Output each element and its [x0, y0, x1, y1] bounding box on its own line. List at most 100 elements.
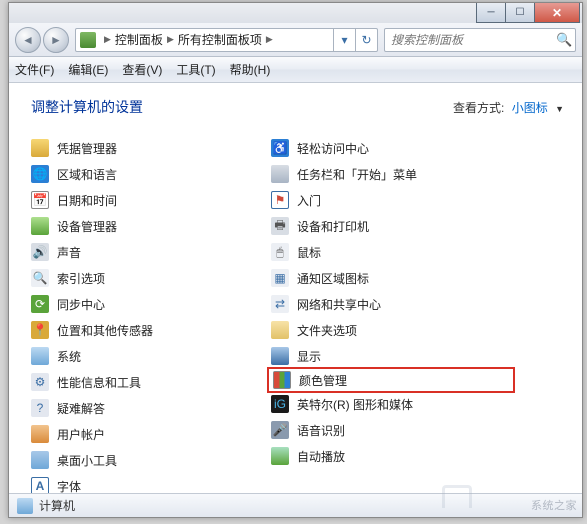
cp-item-indexing-options[interactable]: 🔍 索引选项 [31, 265, 271, 291]
menu-bar: 文件(F) 编辑(E) 查看(V) 工具(T) 帮助(H) [9, 57, 582, 83]
cp-item-label: 索引选项 [57, 270, 105, 287]
cp-item-label: 设备管理器 [57, 218, 117, 235]
cp-item-label: 英特尔(R) 图形和媒体 [297, 396, 413, 413]
status-bar: 计算机 [9, 493, 582, 517]
cp-item-label: 凭据管理器 [57, 140, 117, 157]
sync-center-icon: ⟳ [31, 295, 49, 313]
cp-item-troubleshooting[interactable]: ? 疑难解答 [31, 395, 271, 421]
cp-item-desktop-gadgets[interactable]: 桌面小工具 [31, 447, 271, 473]
cp-item-label: 声音 [57, 244, 81, 261]
performance-info-icon: ⚙ [31, 373, 49, 391]
cp-item-label: 语音识别 [297, 422, 345, 439]
cp-item-location-sensors[interactable]: 📍位置和其他传感器 [31, 317, 271, 343]
titlebar[interactable]: ─ ☐ ✕ [9, 3, 582, 23]
cp-item-label: 疑难解答 [57, 400, 105, 417]
cp-item-label: 网络和共享中心 [297, 296, 381, 313]
user-accounts-icon [31, 425, 49, 443]
cp-item-label: 任务栏和「开始」菜单 [297, 166, 417, 183]
window-buttons: ─ ☐ ✕ [477, 3, 580, 23]
items-column-left: 凭据管理器 🌐区域和语言📅日期和时间设备管理器 🔊 声音 🔍 索引选项 ⟳ 同步中心 📍位置和其… [31, 135, 271, 493]
view-by: 查看方式: 小图标 ▼ [453, 99, 564, 116]
chevron-right-icon[interactable]: ▶ [266, 34, 273, 45]
cp-item-label: 设备和打印机 [297, 218, 369, 235]
cp-item-label: 通知区域图标 [297, 270, 369, 287]
sound-icon: 🔊 [31, 243, 49, 261]
refresh-button[interactable]: ↻ [355, 28, 377, 52]
forward-button[interactable]: ► [43, 27, 69, 53]
back-button[interactable]: ◄ [15, 27, 41, 53]
cp-item-getting-started[interactable]: ⚑入门 [271, 187, 511, 213]
breadcrumb-segment[interactable]: 所有控制面板项 [178, 31, 262, 48]
menu-view[interactable]: 查看(V) [122, 61, 162, 78]
cp-item-label: 系统 [57, 348, 81, 365]
items-grid: 凭据管理器 🌐区域和语言📅日期和时间设备管理器 🔊 声音 🔍 索引选项 ⟳ 同步中心 📍位置和其… [31, 135, 564, 493]
menu-edit[interactable]: 编辑(E) [68, 61, 108, 78]
cp-item-user-accounts[interactable]: 用户帐户 [31, 421, 271, 447]
search-icon[interactable]: 🔍 [554, 32, 575, 48]
cp-item-system[interactable]: 系统 [31, 343, 271, 369]
desktop-gadgets-icon [31, 451, 49, 469]
mouse-icon: 🖱 [271, 243, 289, 261]
menu-help[interactable]: 帮助(H) [230, 61, 271, 78]
cp-item-network-sharing[interactable]: ⇄ 网络和共享中心 [271, 291, 511, 317]
folder-options-icon [271, 321, 289, 339]
cp-item-label: 自动播放 [297, 448, 345, 465]
indexing-options-icon: 🔍 [31, 269, 49, 287]
status-label: 计算机 [39, 497, 75, 514]
navigation-bar: ◄ ► ▶ 控制面板 ▶ 所有控制面板项 ▶ ▾ ↻ 🔍 [9, 23, 582, 57]
cp-item-label: 文件夹选项 [297, 322, 357, 339]
address-bar[interactable]: ▶ 控制面板 ▶ 所有控制面板项 ▶ ▾ ↻ [75, 28, 378, 52]
minimize-button[interactable]: ─ [476, 3, 506, 23]
cp-item-ease-of-access[interactable]: ♿ 轻松访问中心 [271, 135, 511, 161]
cp-item-display[interactable]: 显示 [271, 343, 511, 369]
search-input[interactable] [385, 33, 554, 47]
computer-icon [17, 498, 33, 514]
intel-graphics-icon: iG [271, 395, 289, 413]
menu-file[interactable]: 文件(F) [15, 61, 54, 78]
cp-item-devices-printers[interactable]: 🖶设备和打印机 [271, 213, 511, 239]
maximize-button[interactable]: ☐ [505, 3, 535, 23]
cp-item-performance-info[interactable]: ⚙性能信息和工具 [31, 369, 271, 395]
cp-item-region-language[interactable]: 🌐区域和语言 [31, 161, 271, 187]
ease-of-access-icon: ♿ [271, 139, 289, 157]
control-panel-window: ─ ☐ ✕ ◄ ► ▶ 控制面板 ▶ 所有控制面板项 ▶ ▾ ↻ 🔍 文件(F)… [8, 2, 583, 518]
page-title: 调整计算机的设置 [31, 97, 453, 117]
cp-item-intel-graphics[interactable]: iG 英特尔(R) 图形和媒体 [271, 391, 511, 417]
cp-item-label: 轻松访问中心 [297, 140, 369, 157]
cp-item-sound[interactable]: 🔊 声音 [31, 239, 271, 265]
breadcrumb-segment[interactable]: 控制面板 [115, 31, 163, 48]
content-header: 调整计算机的设置 查看方式: 小图标 ▼ [31, 97, 564, 117]
date-time-icon: 📅 [31, 191, 49, 209]
cp-item-color-management[interactable]: 颜色管理 [267, 367, 515, 393]
fonts-icon: A [31, 477, 49, 493]
close-button[interactable]: ✕ [534, 3, 580, 23]
cp-item-sync-center[interactable]: ⟳ 同步中心 [31, 291, 271, 317]
cp-item-device-manager[interactable]: 设备管理器 [31, 213, 271, 239]
system-icon [31, 347, 49, 365]
cp-item-autoplay[interactable]: 自动播放 [271, 443, 511, 469]
cp-item-notification-area[interactable]: ▦通知区域图标 [271, 265, 511, 291]
cp-item-credential-manager[interactable]: 凭据管理器 [31, 135, 271, 161]
cp-item-fonts[interactable]: A 字体 [31, 473, 271, 493]
cp-item-label: 颜色管理 [299, 372, 347, 389]
cp-item-mouse[interactable]: 🖱鼠标 [271, 239, 511, 265]
menu-tools[interactable]: 工具(T) [176, 61, 215, 78]
display-icon [271, 347, 289, 365]
network-sharing-icon: ⇄ [271, 295, 289, 313]
chevron-down-icon[interactable]: ▼ [555, 104, 564, 114]
chevron-right-icon[interactable]: ▶ [104, 34, 111, 45]
cp-item-date-time[interactable]: 📅日期和时间 [31, 187, 271, 213]
search-box[interactable]: 🔍 [384, 28, 576, 52]
cp-item-folder-options[interactable]: 文件夹选项 [271, 317, 511, 343]
control-panel-icon [80, 32, 96, 48]
cp-item-speech-recognition[interactable]: 🎤语音识别 [271, 417, 511, 443]
dropdown-history-button[interactable]: ▾ [333, 28, 355, 52]
troubleshooting-icon: ? [31, 399, 49, 417]
region-language-icon: 🌐 [31, 165, 49, 183]
cp-item-label: 同步中心 [57, 296, 105, 313]
view-by-value[interactable]: 小图标 [512, 101, 548, 115]
cp-item-taskbar-start[interactable]: 任务栏和「开始」菜单 [271, 161, 511, 187]
cp-item-label: 入门 [297, 192, 321, 209]
cp-item-label: 字体 [57, 478, 81, 494]
chevron-right-icon[interactable]: ▶ [167, 34, 174, 45]
